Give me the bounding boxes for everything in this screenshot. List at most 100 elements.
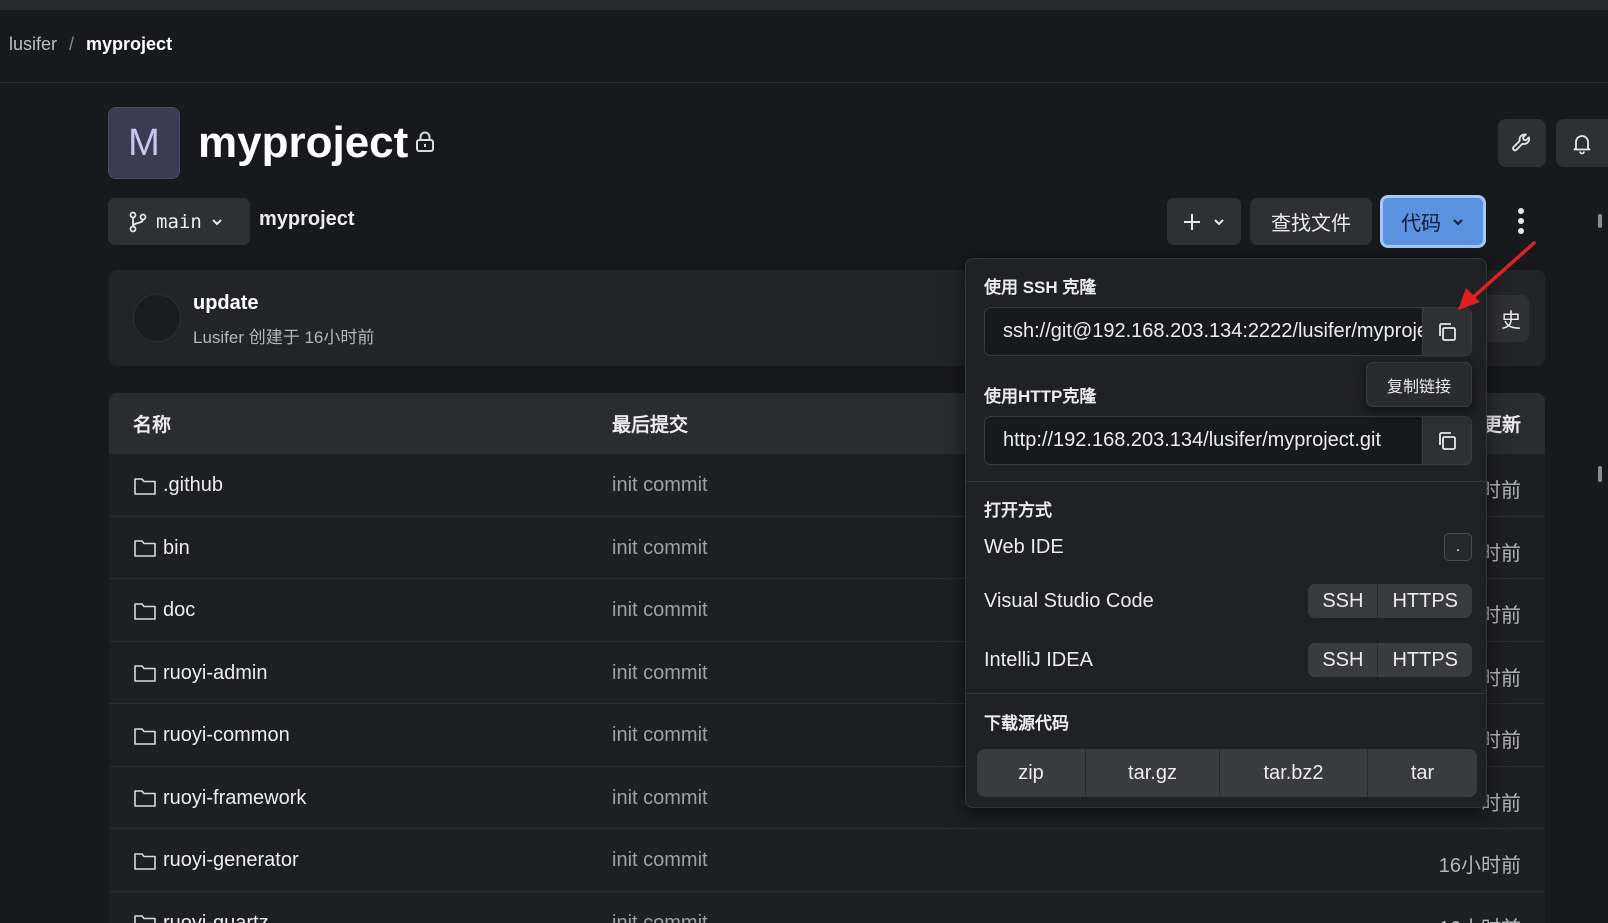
row-commit-message[interactable]: init commit — [612, 662, 708, 685]
file-name-label: .github — [163, 474, 224, 496]
vscode-https-button[interactable]: HTTPS — [1377, 584, 1472, 618]
file-name[interactable]: ruoyi-generator — [133, 849, 299, 872]
open-with-title: 打开方式 — [984, 501, 1052, 520]
file-name-label: bin — [163, 536, 190, 559]
file-name[interactable]: ruoyi-quartz — [133, 912, 269, 923]
header-updated: 更新 — [1482, 414, 1521, 436]
header-name: 名称 — [133, 414, 172, 436]
ssh-clone-field — [984, 307, 1472, 356]
row-commit-message[interactable]: init commit — [612, 537, 708, 560]
copy-http-button[interactable] — [1422, 417, 1471, 464]
file-name-label: ruoyi-admin — [163, 661, 268, 684]
branch-name: main — [156, 210, 202, 233]
current-path: myproject — [259, 208, 355, 230]
http-url-input[interactable] — [985, 417, 1422, 464]
download-tar-button[interactable]: tar — [1367, 749, 1477, 797]
breadcrumb-owner[interactable]: lusifer — [9, 34, 57, 55]
intellij-https-button[interactable]: HTTPS — [1377, 643, 1472, 677]
annotation-arrow-icon — [1458, 241, 1536, 310]
commit-message[interactable]: update — [193, 292, 259, 315]
file-name-label: ruoyi-common — [163, 724, 290, 746]
copy-icon — [1439, 431, 1456, 450]
clone-dropdown: 使用 SSH 克隆 使用HTTP克隆 打开方式 Web IDE . Visual… — [965, 258, 1487, 808]
scroll-marker — [1598, 214, 1602, 228]
ssh-clone-title: 使用 SSH 克隆 — [984, 278, 1097, 297]
branch-selector[interactable]: main — [108, 198, 250, 245]
copy-link-tooltip: 复制链接 — [1366, 362, 1472, 407]
row-commit-message[interactable]: init commit — [612, 849, 708, 872]
row-commit-message[interactable]: init commit — [612, 599, 708, 622]
file-name[interactable]: .github — [133, 474, 223, 497]
row-commit-message[interactable]: init commit — [612, 912, 708, 923]
row-updated-time: 时前 — [1481, 730, 1521, 752]
more-options-icon[interactable] — [1514, 205, 1528, 237]
wrench-icon — [1512, 133, 1531, 152]
row-updated-time: 时前 — [1481, 605, 1521, 627]
dropdown-divider — [966, 481, 1486, 482]
scroll-marker — [1598, 466, 1602, 482]
file-name[interactable]: bin — [133, 537, 190, 560]
download-tarbz2-button[interactable]: tar.bz2 — [1219, 749, 1367, 797]
open-vscode: Visual Studio Code SSH HTTPS — [984, 581, 1472, 621]
intellij-label: IntelliJ IDEA — [984, 648, 1093, 671]
dropdown-divider — [966, 693, 1486, 694]
table-row[interactable]: ruoyi-quartz init commit 16小时前 — [109, 890, 1545, 923]
folder-icon — [134, 665, 156, 682]
find-file-button[interactable]: 查找文件 — [1250, 198, 1372, 245]
code-button-label: 代码 — [1401, 213, 1441, 235]
http-clone-title: 使用HTTP克隆 — [984, 387, 1097, 406]
intellij-ssh-button[interactable]: SSH — [1308, 643, 1377, 677]
row-updated-time: 时前 — [1481, 792, 1521, 815]
plus-icon — [1184, 213, 1200, 230]
file-name-label: ruoyi-framework — [163, 786, 307, 809]
breadcrumb-repo[interactable]: myproject — [86, 34, 172, 55]
ssh-url-input[interactable] — [985, 308, 1422, 355]
file-name-label: ruoyi-generator — [163, 849, 299, 871]
bell-icon — [1573, 135, 1591, 155]
committer-avatar — [133, 294, 181, 342]
folder-icon — [134, 602, 156, 620]
table-row[interactable]: ruoyi-generator init commit 16小时前 — [109, 828, 1545, 891]
folder-icon — [134, 540, 156, 557]
file-name-label: ruoyi-quartz — [163, 911, 269, 923]
file-name[interactable]: ruoyi-admin — [133, 662, 267, 685]
folder-icon — [134, 477, 156, 495]
row-updated-time: 时前 — [1481, 667, 1521, 690]
breadcrumb-separator: / — [69, 34, 75, 54]
file-name[interactable]: ruoyi-common — [133, 724, 290, 747]
web-ide-shortcut[interactable]: . — [1444, 533, 1472, 561]
header-last-commit: 最后提交 — [612, 414, 689, 436]
folder-icon — [134, 790, 156, 807]
chevron-down-icon — [1453, 218, 1463, 225]
vscode-ssh-button[interactable]: SSH — [1308, 584, 1377, 618]
git-branch-icon — [129, 211, 147, 232]
repo-title: myproject — [198, 118, 409, 167]
chevron-down-icon — [1214, 218, 1224, 225]
open-web-ide[interactable]: Web IDE . — [984, 527, 1472, 567]
chevron-down-icon — [212, 218, 222, 225]
lock-icon — [416, 131, 434, 152]
web-ide-label: Web IDE — [984, 535, 1064, 558]
row-commit-message[interactable]: init commit — [612, 724, 708, 747]
copy-icon — [1439, 322, 1456, 341]
download-targz-button[interactable]: tar.gz — [1085, 749, 1219, 797]
row-commit-message[interactable]: init commit — [612, 474, 708, 497]
breadcrumb: lusifer / myproject — [9, 34, 172, 55]
commit-meta: Lusifer 创建于 16小时前 — [193, 328, 375, 347]
download-group: zip tar.gz tar.bz2 tar — [977, 749, 1477, 797]
repo-avatar: M — [108, 107, 180, 179]
row-updated-time: 时前 — [1481, 480, 1521, 502]
add-button[interactable] — [1167, 198, 1241, 245]
download-zip-button[interactable]: zip — [977, 749, 1085, 797]
notifications-button[interactable] — [1556, 119, 1608, 167]
row-updated-time: 16小时前 — [1439, 912, 1521, 923]
download-title: 下载源代码 — [984, 714, 1069, 733]
intellij-protocol-group: SSH HTTPS — [1308, 643, 1472, 677]
settings-button[interactable] — [1498, 119, 1546, 167]
file-name-label: doc — [163, 599, 196, 621]
row-commit-message[interactable]: init commit — [612, 787, 708, 810]
vscode-label: Visual Studio Code — [984, 589, 1154, 612]
file-name[interactable]: ruoyi-framework — [133, 787, 306, 810]
file-name[interactable]: doc — [133, 599, 195, 622]
row-updated-time: 时前 — [1481, 542, 1521, 565]
